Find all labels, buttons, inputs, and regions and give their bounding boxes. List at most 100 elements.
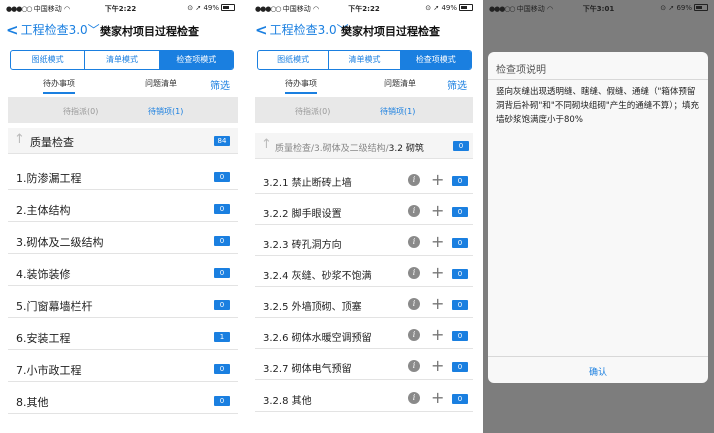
info-icon[interactable]: i	[408, 236, 420, 248]
info-icon[interactable]: i	[408, 267, 420, 279]
screen-check-item-dialog: ●●●○○ 中国移动 ◠ 下午3:01 ⊙ ➚ 69% 检查项说明 竖向灰缝出现…	[483, 0, 714, 433]
chevron-left-icon: <	[255, 21, 268, 39]
info-icon[interactable]: i	[408, 329, 420, 341]
status-bar: ●●●○○ 中国移动 ◠ 下午2:22 ⊙ ➚ 49%	[0, 3, 241, 15]
subtab-to-close[interactable]: 待销项(1)	[380, 106, 415, 117]
count-badge: 0	[214, 396, 230, 406]
dialog-title: 检查项说明	[496, 65, 546, 76]
up-arrow-icon[interactable]: ↑	[14, 132, 25, 147]
check-item-row[interactable]: 3.2.8 其他 i + 0	[255, 386, 473, 412]
page-title: 樊家村项目过程检查	[341, 25, 440, 38]
page-title: 樊家村项目过程检查	[100, 25, 199, 38]
dialog-body: 竖向灰缝出现透明缝、瞎缝、假缝、通缝（"箱体预留洞背后补砌"和"不同砌块组砌"产…	[496, 87, 699, 125]
tab-issues[interactable]: 问题清单	[384, 78, 416, 89]
list-item[interactable]: 7.小市政工程 0	[8, 356, 238, 382]
info-icon[interactable]: i	[408, 174, 420, 186]
breadcrumb: 质量检查/3.砌体及二级结构/3.2 砌筑	[275, 144, 424, 154]
plus-icon[interactable]: +	[431, 388, 444, 407]
count-badge: 0	[453, 141, 469, 151]
category-header-row[interactable]: ↑ 质量检查 84	[8, 128, 238, 154]
segment-drawing-mode[interactable]: 图纸模式	[258, 51, 330, 69]
battery-icon	[221, 4, 235, 11]
breadcrumb-row[interactable]: ↑ 质量检查/3.砌体及二级结构/3.2 砌筑 0	[255, 133, 473, 159]
segment-check-item-mode[interactable]: 检查项模式	[159, 51, 233, 69]
tab-todo[interactable]: 待办事项	[285, 78, 317, 94]
count-badge: 0	[452, 300, 468, 310]
segment-list-mode[interactable]: 清单模式	[329, 51, 401, 69]
info-icon[interactable]: i	[408, 298, 420, 310]
list-item[interactable]: 4.装饰装修 0	[8, 260, 238, 286]
subtab-pending[interactable]: 待指派(0)	[295, 106, 330, 117]
filter-button[interactable]: 筛选	[210, 77, 230, 92]
location-icon: ⊙ ➚	[187, 4, 202, 12]
check-item-row[interactable]: 3.2.5 外墙顶砌、顶塞 i + 0	[255, 292, 473, 318]
mode-segmented-control: 图纸模式 清单模式 检查项模式	[10, 50, 234, 70]
count-badge: 0	[452, 362, 468, 372]
list-item[interactable]: 1.防渗漏工程 0	[8, 164, 238, 190]
list-item[interactable]: 8.其他 0	[8, 388, 238, 414]
info-icon[interactable]: i	[408, 360, 420, 372]
segment-check-item-mode[interactable]: 检查项模式	[400, 51, 471, 69]
filter-button[interactable]: 筛选	[447, 77, 467, 92]
chevron-down-icon: ﹀	[87, 23, 100, 37]
nav-bar: < 工程检查3.0﹀ 樊家村项目过程检查	[0, 18, 241, 44]
plus-icon[interactable]: +	[431, 294, 444, 313]
segment-list-mode[interactable]: 清单模式	[85, 51, 160, 69]
check-item-row[interactable]: 3.2.1 禁止断砖上墙 i + 0	[255, 168, 473, 194]
battery-icon	[459, 4, 473, 11]
count-badge: 0	[214, 172, 230, 182]
screen-check-item-list: ●●●○○ 中国移动 ◠ 下午2:22 ⊙ ➚ 49% < 工程检查3.0﹀ 樊家…	[249, 0, 479, 433]
nav-bar: < 工程检查3.0﹀ 樊家村项目过程检查	[249, 18, 479, 44]
info-icon[interactable]: i	[408, 205, 420, 217]
subtab-to-close[interactable]: 待销项(1)	[148, 106, 183, 117]
confirm-button[interactable]: 确认	[488, 365, 708, 378]
location-icon: ⊙ ➚	[425, 4, 440, 12]
location-icon: ⊙ ➚	[660, 4, 675, 12]
count-badge: 0	[452, 176, 468, 186]
subtab-pending[interactable]: 待指派(0)	[63, 106, 98, 117]
plus-icon[interactable]: +	[431, 201, 444, 220]
check-item-row[interactable]: 3.2.7 砌体电气预留 i + 0	[255, 354, 473, 380]
count-badge: 0	[452, 331, 468, 341]
status-bar: ●●●○○ 中国移动 ◠ 下午2:22 ⊙ ➚ 49%	[249, 3, 479, 15]
divider	[488, 356, 708, 357]
info-icon[interactable]: i	[408, 392, 420, 404]
tab-issues[interactable]: 问题清单	[145, 78, 177, 89]
check-item-explanation-dialog: 检查项说明 竖向灰缝出现透明缝、瞎缝、假缝、通缝（"箱体预留洞背后补砌"和"不同…	[488, 52, 708, 383]
count-badge: 0	[452, 269, 468, 279]
count-badge: 0	[452, 207, 468, 217]
count-badge: 0	[214, 364, 230, 374]
segment-drawing-mode[interactable]: 图纸模式	[11, 51, 86, 69]
count-badge: 0	[452, 238, 468, 248]
list-item[interactable]: 6.安装工程 1	[8, 324, 238, 350]
check-item-row[interactable]: 3.2.4 灰缝、砂浆不饱满 i + 0	[255, 261, 473, 287]
check-item-row[interactable]: 3.2.2 脚手眼设置 i + 0	[255, 199, 473, 225]
count-badge: 0	[214, 268, 230, 278]
up-arrow-icon[interactable]: ↑	[261, 137, 272, 152]
count-badge: 0	[452, 394, 468, 404]
tab-bar: 待办事项 问题清单 筛选	[0, 76, 241, 94]
tab-todo[interactable]: 待办事项	[43, 78, 75, 94]
tab-bar: 待办事项 问题清单 筛选	[249, 76, 479, 94]
list-item[interactable]: 2.主体结构 0	[8, 196, 238, 222]
subtab-bar: 待指派(0) 待销项(1)	[255, 97, 473, 123]
count-badge: 0	[214, 204, 230, 214]
mode-segmented-control: 图纸模式 清单模式 检查项模式	[257, 50, 472, 70]
count-badge: 1	[214, 332, 230, 342]
list-item[interactable]: 3.砌体及二级结构 0	[8, 228, 238, 254]
plus-icon[interactable]: +	[431, 232, 444, 251]
count-badge: 0	[214, 300, 230, 310]
check-item-row[interactable]: 3.2.3 砖孔洞方向 i + 0	[255, 230, 473, 256]
battery-icon	[694, 4, 708, 11]
count-badge: 0	[214, 236, 230, 246]
plus-icon[interactable]: +	[431, 356, 444, 375]
divider	[488, 79, 708, 80]
back-button[interactable]: < 工程检查3.0﹀	[255, 21, 349, 39]
plus-icon[interactable]: +	[431, 170, 444, 189]
list-item[interactable]: 5.门窗幕墙栏杆 0	[8, 292, 238, 318]
screen-category-list: ●●●○○ 中国移动 ◠ 下午2:22 ⊙ ➚ 49% < 工程检查3.0﹀ 樊家…	[0, 0, 241, 433]
plus-icon[interactable]: +	[431, 325, 444, 344]
back-button[interactable]: < 工程检查3.0﹀	[6, 21, 100, 39]
plus-icon[interactable]: +	[431, 263, 444, 282]
check-item-row[interactable]: 3.2.6 砌体水暖空调预留 i + 0	[255, 323, 473, 349]
